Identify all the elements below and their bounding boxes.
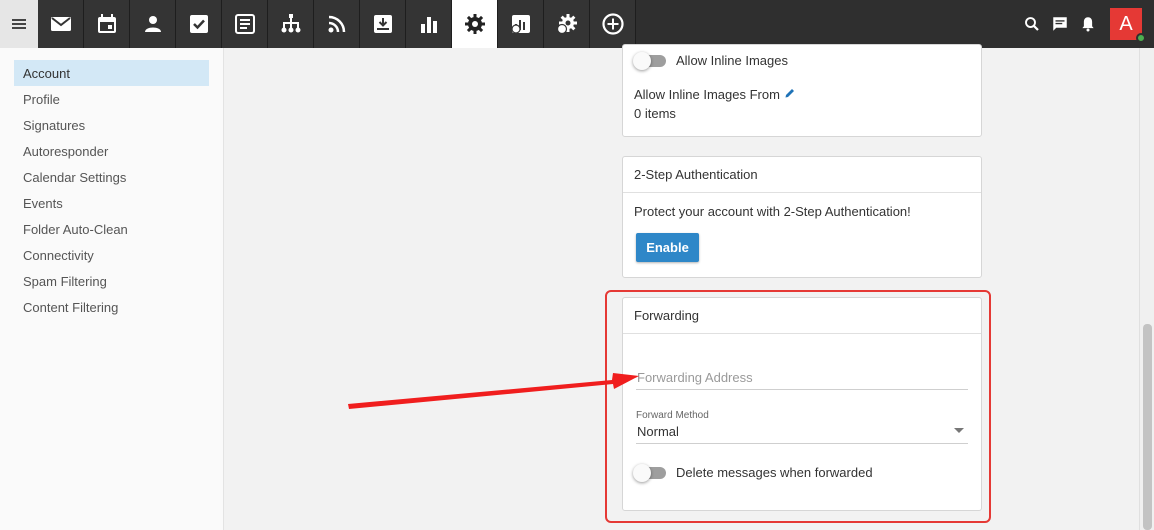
avatar-letter: A	[1119, 12, 1133, 35]
sidebar-item-label: Spam Filtering	[23, 273, 107, 289]
notes-icon	[234, 14, 255, 34]
domain-reports-app-button[interactable]	[498, 0, 544, 48]
enable-two-step-button[interactable]: Enable	[636, 233, 699, 262]
notifications-button[interactable]	[1074, 0, 1102, 48]
user-avatar[interactable]: A	[1110, 8, 1146, 43]
sidebar-item-calendar-settings[interactable]: Calendar Settings	[14, 164, 209, 190]
allow-inline-images-toggle[interactable]	[633, 51, 666, 70]
notes-app-button[interactable]	[222, 0, 268, 48]
forwarding-highlight-box	[605, 290, 991, 523]
inbox-download-app-button[interactable]	[360, 0, 406, 48]
bell-icon	[1082, 17, 1094, 32]
allow-inline-from-row: Allow Inline Images From	[634, 86, 796, 104]
sidebar-item-label: Connectivity	[23, 247, 94, 263]
sidebar-item-account[interactable]: Account	[14, 60, 209, 86]
rss-icon	[328, 15, 345, 33]
online-status-dot	[1136, 33, 1146, 43]
sidebar-item-label: Autoresponder	[23, 143, 109, 159]
calendar-icon	[97, 14, 116, 33]
allow-inline-from-count: 0 items	[634, 106, 676, 121]
tasks-icon	[189, 15, 208, 33]
hamburger-icon	[12, 19, 26, 29]
sidebar-item-label: Calendar Settings	[23, 169, 127, 185]
domain-settings-app-button[interactable]	[544, 0, 590, 48]
settings-app-button[interactable]	[452, 0, 498, 48]
allow-inline-images-label: Allow Inline Images	[676, 53, 788, 68]
vertical-scrollbar[interactable]	[1139, 48, 1154, 530]
two-step-auth-description: Protect your account with 2-Step Authent…	[634, 204, 911, 219]
settings-sidebar: Account Profile Signatures Autoresponder…	[0, 48, 224, 530]
inline-images-card: Allow Inline Images Allow Inline Images …	[622, 44, 982, 137]
mail-app-button[interactable]	[38, 0, 84, 48]
domain-settings-icon	[556, 14, 577, 35]
sidebar-item-autoresponder[interactable]: Autoresponder	[14, 138, 209, 164]
contacts-icon	[144, 16, 161, 32]
top-right-tools: A	[1018, 0, 1146, 48]
chat-icon	[1053, 17, 1067, 31]
add-app-button[interactable]	[590, 0, 636, 48]
sidebar-item-events[interactable]: Events	[14, 190, 209, 216]
toggle-knob	[633, 51, 651, 70]
sidebar-item-folder-auto-clean[interactable]: Folder Auto-Clean	[14, 216, 209, 242]
settings-icon	[464, 14, 485, 34]
top-bar: A	[0, 0, 1154, 48]
allow-inline-from-label: Allow Inline Images From	[634, 87, 780, 103]
sidebar-item-label: Signatures	[23, 117, 86, 133]
allow-inline-images-row: Allow Inline Images	[633, 51, 788, 70]
search-button[interactable]	[1018, 0, 1046, 48]
chat-button[interactable]	[1046, 0, 1074, 48]
sidebar-item-connectivity[interactable]: Connectivity	[14, 242, 209, 268]
sidebar-item-spam-filtering[interactable]: Spam Filtering	[14, 268, 209, 294]
scrollbar-thumb[interactable]	[1143, 324, 1152, 530]
two-step-auth-title: 2-Step Authentication	[623, 157, 981, 193]
sidebar-item-label: Folder Auto-Clean	[23, 221, 128, 237]
add-circle-icon	[601, 13, 624, 35]
mail-icon	[50, 17, 71, 31]
reports-app-button[interactable]	[406, 0, 452, 48]
rss-app-button[interactable]	[314, 0, 360, 48]
contacts-app-button[interactable]	[130, 0, 176, 48]
inbox-download-icon	[373, 15, 392, 33]
sidebar-item-content-filtering[interactable]: Content Filtering	[14, 294, 209, 320]
sitemap-app-button[interactable]	[268, 0, 314, 48]
search-icon	[1025, 17, 1039, 31]
sidebar-item-label: Profile	[23, 91, 60, 107]
calendar-app-button[interactable]	[84, 0, 130, 48]
reports-icon	[420, 17, 437, 33]
tasks-app-button[interactable]	[176, 0, 222, 48]
two-step-auth-card: 2-Step Authentication Protect your accou…	[622, 156, 982, 278]
sidebar-item-profile[interactable]: Profile	[14, 86, 209, 112]
app-switcher	[38, 0, 636, 48]
sidebar-item-signatures[interactable]: Signatures	[14, 112, 209, 138]
domain-reports-icon	[510, 15, 530, 34]
sidebar-item-label: Content Filtering	[23, 299, 119, 315]
pencil-icon[interactable]	[784, 86, 796, 104]
sidebar-item-label: Events	[23, 195, 63, 211]
hamburger-menu-button[interactable]	[0, 0, 38, 48]
sitemap-icon	[281, 14, 300, 33]
sidebar-item-label: Account	[23, 65, 70, 81]
